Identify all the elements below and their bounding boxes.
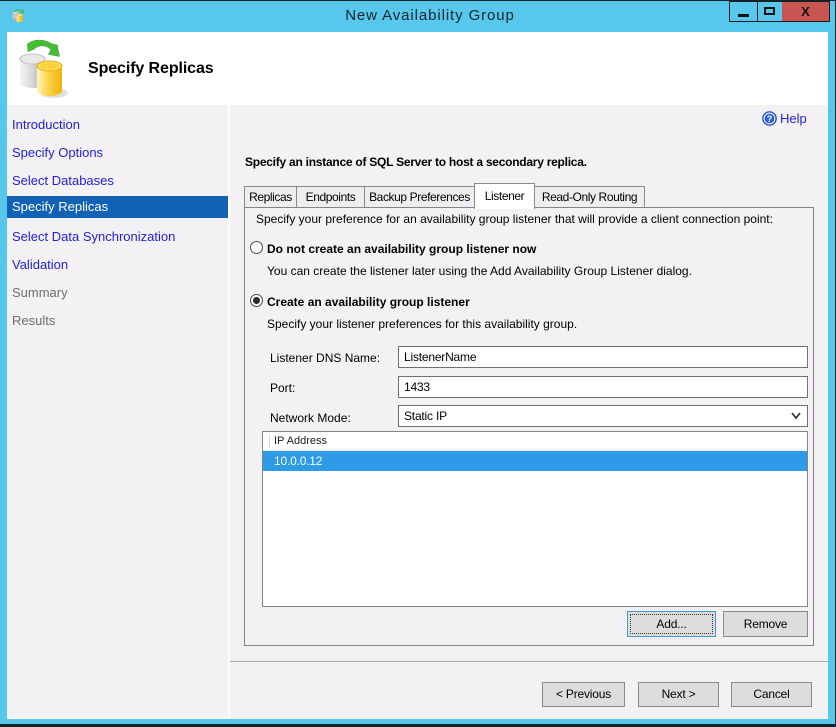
svg-text:?: ? — [767, 114, 773, 124]
